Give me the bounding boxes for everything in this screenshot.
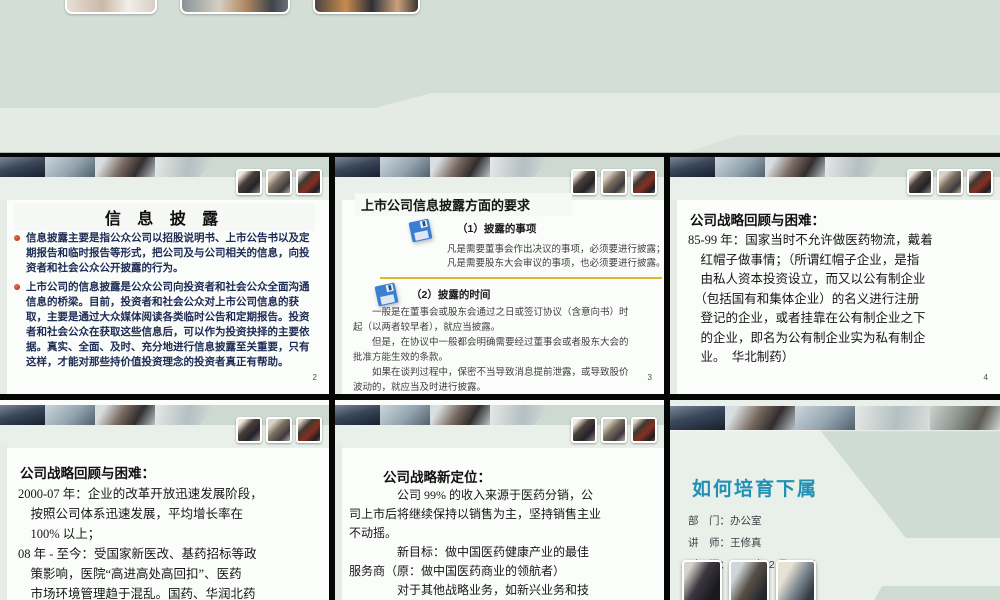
page-number: 4 bbox=[983, 373, 988, 382]
bullet-text: 上市公司的信息披露是公众公司向投资者和社会公众全面沟通信息的桥梁。目前，投资者和… bbox=[26, 281, 310, 368]
photo-thumbnail bbox=[682, 560, 722, 600]
slide-thumbnail-4[interactable]: 公司战略回顾与困难： 85-99 年：国家当时不允许做医药物流，戴着 红帽子做事… bbox=[670, 157, 1000, 394]
header-photo-collage bbox=[0, 157, 215, 177]
office-photo bbox=[45, 405, 95, 425]
slide-thumbnail-7[interactable]: 如何培育下属 部 门：办公室 讲 师：王修真 时 间：2011 年 2 月 21… bbox=[670, 400, 1000, 600]
mini-photo bbox=[266, 417, 292, 443]
bullet-list: 信息披露主要是指公众公司以招股说明书、上市公告书以及定期报告和临时报告等形式，把… bbox=[12, 231, 312, 374]
buildings-photo bbox=[670, 157, 715, 177]
page-number: 2 bbox=[312, 373, 317, 382]
bullet-item: 信息披露主要是指公众公司以招股说明书、上市公告书以及定期报告和临时报告等形式，把… bbox=[12, 231, 312, 276]
slide-title: 公司战略回顾与困难： bbox=[690, 213, 825, 228]
mini-photo bbox=[296, 169, 322, 195]
buildings-photo bbox=[670, 406, 725, 430]
mini-photo bbox=[236, 169, 262, 195]
photo-row bbox=[682, 560, 816, 600]
left-edge-band bbox=[0, 200, 7, 394]
header-photo-collage bbox=[335, 405, 550, 425]
hands-photo bbox=[930, 406, 1000, 430]
buildings-photo bbox=[0, 157, 45, 177]
mini-photo-row bbox=[907, 169, 993, 195]
bullet-item: 上市公司的信息披露是公众公司向投资者和社会公众全面沟通信息的桥梁。目前，投资者和… bbox=[12, 280, 312, 370]
mini-photo bbox=[601, 169, 627, 195]
photo-thumbnail bbox=[776, 560, 816, 600]
floppy-disk-icon bbox=[408, 218, 433, 243]
bullet-dot-icon bbox=[14, 235, 20, 241]
section-heading: （1）披露的事项 bbox=[457, 223, 537, 235]
slide-body: 85-99 年：国家当时不允许做医药物流，戴着 红帽子做事情；（所谓红帽子企业，… bbox=[688, 233, 933, 364]
photo-thumbnail bbox=[729, 560, 769, 600]
office-photo bbox=[715, 157, 765, 177]
mini-photo-row bbox=[571, 417, 657, 443]
top-partial-slide[interactable] bbox=[0, 0, 1000, 153]
mini-photo bbox=[266, 169, 292, 195]
header-photo-collage bbox=[670, 157, 885, 177]
left-edge-band bbox=[0, 443, 7, 600]
yellow-divider bbox=[380, 277, 662, 279]
slide-thumbnail-5[interactable]: 公司战略回顾与困难： 2000-07 年：企业的改革开放迅速发展阶段， 按照公司… bbox=[0, 400, 329, 600]
photo-thumbnail bbox=[180, 0, 290, 14]
slide-body: 2000-07 年：企业的改革开放迅速发展阶段， 按照公司体系迅速发展，平均增长… bbox=[18, 487, 263, 600]
office-photo bbox=[855, 406, 930, 430]
person-photo bbox=[95, 157, 155, 177]
mini-photo bbox=[601, 417, 627, 443]
mini-photo bbox=[631, 417, 657, 443]
left-edge-band bbox=[670, 200, 677, 394]
mini-photo-row bbox=[571, 169, 657, 195]
slide-body: 公司 99% 的收入来源于医药分销，公 司上市后将继续保持以销售为主，坚持销售主… bbox=[349, 488, 602, 597]
mini-photo bbox=[967, 169, 993, 195]
slide-title: 上市公司信息披露方面的要求 bbox=[355, 193, 573, 216]
person-photo bbox=[725, 406, 795, 430]
person-photo bbox=[430, 157, 490, 177]
header-photo-collage bbox=[335, 157, 550, 177]
person-photo bbox=[95, 405, 155, 425]
slide-title: 信 息 披 露 bbox=[14, 203, 315, 231]
slide-thumbnail-2[interactable]: 信 息 披 露 信息披露主要是指公众公司以招股说明书、上市公告书以及定期报告和临… bbox=[0, 157, 329, 394]
page-number: 3 bbox=[647, 373, 652, 382]
photo-thumbnail bbox=[313, 0, 420, 14]
mini-photo bbox=[296, 417, 322, 443]
mini-photo bbox=[907, 169, 933, 195]
mini-photo bbox=[631, 169, 657, 195]
photo-thumbnail bbox=[65, 0, 157, 14]
mini-photo bbox=[937, 169, 963, 195]
bullet-dot-icon bbox=[14, 284, 20, 290]
buildings-photo bbox=[0, 405, 45, 425]
mini-photo bbox=[571, 169, 597, 195]
header-photo-collage bbox=[670, 406, 1000, 430]
person-photo bbox=[765, 157, 825, 177]
mini-photo bbox=[571, 417, 597, 443]
slide-title: 公司战略新定位： bbox=[383, 470, 491, 485]
office-photo bbox=[45, 157, 95, 177]
left-edge-band bbox=[335, 443, 342, 600]
mini-photo-row bbox=[236, 169, 322, 195]
mini-photo bbox=[236, 417, 262, 443]
buildings-photo bbox=[335, 157, 380, 177]
bullet-text: 信息披露主要是指公众公司以招股说明书、上市公告书以及定期报告和临时报告等形式，把… bbox=[26, 232, 310, 274]
buildings-photo bbox=[335, 405, 380, 425]
left-edge-band bbox=[335, 200, 342, 394]
mini-photo-row bbox=[236, 417, 322, 443]
slide-title: 如何培育下属 bbox=[692, 479, 819, 500]
office-photo bbox=[380, 157, 430, 177]
slide-thumbnail-6[interactable]: 公司战略新定位： 公司 99% 的收入来源于医药分销，公 司上市后将继续保持以销… bbox=[335, 400, 664, 600]
section-body: 凡是需要董事会作出决议的事项，必须要进行披露； 凡是需要股东大会审议的事项，也必… bbox=[447, 244, 664, 269]
office-photo bbox=[380, 405, 430, 425]
slide-thumbnail-3[interactable]: 上市公司信息披露方面的要求 （1）披露的事项 凡是需要董事会作出决议的事项，必须… bbox=[335, 157, 664, 394]
section-heading: （2）披露的时间 bbox=[411, 289, 491, 301]
person-photo bbox=[430, 405, 490, 425]
slide-title: 公司战略回顾与困难： bbox=[20, 466, 155, 481]
floppy-disk-icon bbox=[374, 282, 399, 307]
header-photo-collage bbox=[0, 405, 215, 425]
section-body: 一般是在董事会或股东会通过之日或签订协议（含意向书）时 起（以两者较早者），就应… bbox=[353, 307, 629, 393]
office-photo bbox=[795, 406, 855, 430]
slide-sorter-canvas: 信 息 披 露 信息披露主要是指公众公司以招股说明书、上市公告书以及定期报告和临… bbox=[0, 0, 1000, 600]
